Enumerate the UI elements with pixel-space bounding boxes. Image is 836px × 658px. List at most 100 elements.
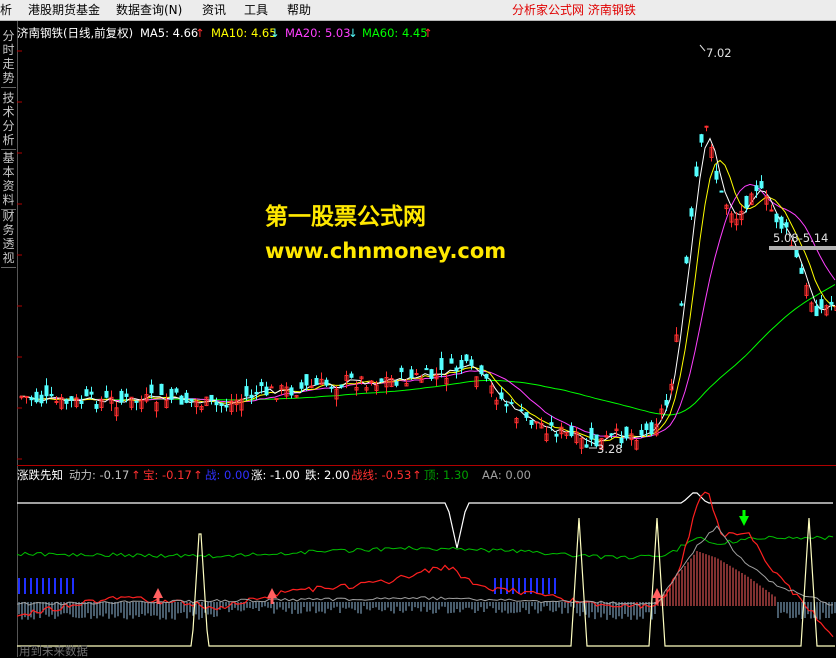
indicator-plot[interactable] — [17, 466, 836, 658]
candle-body — [24, 395, 29, 398]
candle-body — [174, 388, 179, 393]
candle-body — [304, 374, 309, 386]
bao-label: 宝: -0.17 — [143, 468, 192, 482]
candle-body — [569, 426, 574, 437]
candle-body — [429, 369, 434, 379]
candle-body — [189, 398, 194, 402]
candle-body — [484, 373, 489, 379]
candle-body — [184, 392, 189, 403]
up-arrow-icon — [652, 588, 662, 598]
menu-tools[interactable]: 工具 — [244, 2, 268, 18]
candle-body — [464, 354, 469, 362]
ding-label: 顶: 1.30 — [424, 468, 469, 482]
tab-technical[interactable]: 技术分析 — [1, 89, 16, 150]
candle-body — [524, 412, 529, 418]
high-pointer — [699, 44, 706, 52]
candle-body — [324, 379, 329, 386]
candle-body — [209, 394, 214, 401]
candle-body — [34, 391, 39, 403]
candle-body — [119, 390, 124, 403]
candle-body — [299, 382, 304, 389]
candle-body — [169, 388, 174, 400]
candle-body — [589, 427, 594, 440]
candle-body — [224, 405, 229, 408]
green-line — [17, 535, 834, 560]
watermark-title: 第一股票公式网 — [265, 204, 426, 230]
candle-body — [149, 384, 154, 394]
low-price-label: 3.28 — [597, 442, 623, 456]
candle-body — [89, 391, 94, 395]
high-price-label: 7.02 — [706, 46, 732, 60]
candle-body — [79, 400, 84, 404]
zhan-label: 战: 0.00 — [205, 468, 250, 482]
menu-analysis[interactable]: 析 — [0, 2, 12, 18]
arrow-stem — [742, 510, 746, 516]
candle-body — [244, 386, 249, 397]
candle-body — [584, 444, 589, 448]
ma20-label: MA20: 5.03 — [285, 26, 351, 40]
candle-body — [94, 404, 99, 409]
arrow-stem — [156, 598, 160, 604]
candle-body — [64, 399, 69, 404]
candle-body — [469, 359, 474, 366]
candle-body — [664, 399, 669, 406]
menu-help[interactable]: 帮助 — [287, 2, 311, 18]
candle-body — [699, 134, 704, 143]
candle-body — [624, 426, 629, 439]
candle-body — [269, 386, 274, 389]
tab-financials[interactable]: 财务透视 — [1, 207, 16, 268]
ma10-line — [20, 159, 836, 442]
dongli-up-arrow-icon: ↑ — [131, 468, 141, 482]
menu-data-query[interactable]: 数据查询(N) — [116, 2, 182, 18]
candle-body — [69, 396, 74, 401]
down-arrow-icon — [739, 516, 749, 526]
menu-hk-futures-funds[interactable]: 港股期货基金 — [28, 2, 100, 18]
indicator-name-label: 涨跌先知 — [17, 468, 63, 482]
bao-up-arrow-icon: ↑ — [193, 468, 203, 482]
indicator-histogram — [18, 551, 836, 620]
tab-intraday[interactable]: 分时走势 — [1, 27, 16, 88]
ma10-down-arrow-icon: ↓ — [270, 26, 280, 40]
candle-body — [49, 393, 54, 397]
zhang-label: 涨: -1.00 — [251, 468, 300, 482]
candle-body — [779, 216, 784, 229]
zhanxian-up-arrow-icon: ↑ — [412, 468, 422, 482]
ma5-up-arrow-icon: ↑ — [195, 26, 205, 40]
candle-body — [44, 385, 49, 397]
stock-name-label: 济南钢铁(日线,前复权) — [17, 26, 134, 40]
candle-body — [784, 222, 789, 228]
candle-body — [104, 390, 109, 398]
candle-body — [289, 387, 294, 396]
candle-body — [689, 208, 694, 217]
candle-body — [339, 384, 344, 388]
candle-body — [254, 391, 259, 395]
candle-body — [329, 386, 334, 389]
indicator-chart[interactable]: 涨跌先知 动力: -0.17 ↑ 宝: -0.17 ↑ 战: 0.00 涨: -… — [17, 465, 836, 658]
candle-body — [124, 393, 129, 397]
future-data-note: 用到未来数据 — [19, 644, 88, 658]
candle-body — [179, 395, 184, 405]
tab-fundamentals[interactable]: 基本资料 — [1, 149, 16, 210]
price-band-label: 5.08-5.14 — [773, 231, 829, 245]
candle-body — [274, 398, 279, 401]
candlestick-chart[interactable]: 济南钢铁(日线,前复权) MA5: 4.66 ↑ MA10: 4.65 ↓ MA… — [17, 21, 836, 464]
menu-news[interactable]: 资讯 — [202, 2, 226, 18]
candle-body — [39, 394, 44, 404]
candle-body — [554, 433, 559, 437]
candle-body — [314, 378, 319, 386]
candle-body — [684, 256, 689, 264]
candle-body — [819, 299, 824, 309]
die-label: 跌: 2.00 — [305, 468, 350, 482]
app-title: 分析家公式网 济南钢铁 — [512, 3, 636, 17]
candle-body — [459, 359, 464, 369]
candle-body — [499, 392, 504, 399]
candle-body — [774, 213, 779, 223]
candle-body — [649, 422, 654, 435]
candle-body — [439, 358, 444, 370]
candle-body — [814, 305, 819, 317]
candle-body — [409, 369, 414, 378]
watermark-url: www.chnmoney.com — [265, 239, 507, 263]
candle-body — [219, 403, 224, 406]
candle-body — [754, 185, 759, 192]
candle-body — [769, 209, 774, 212]
